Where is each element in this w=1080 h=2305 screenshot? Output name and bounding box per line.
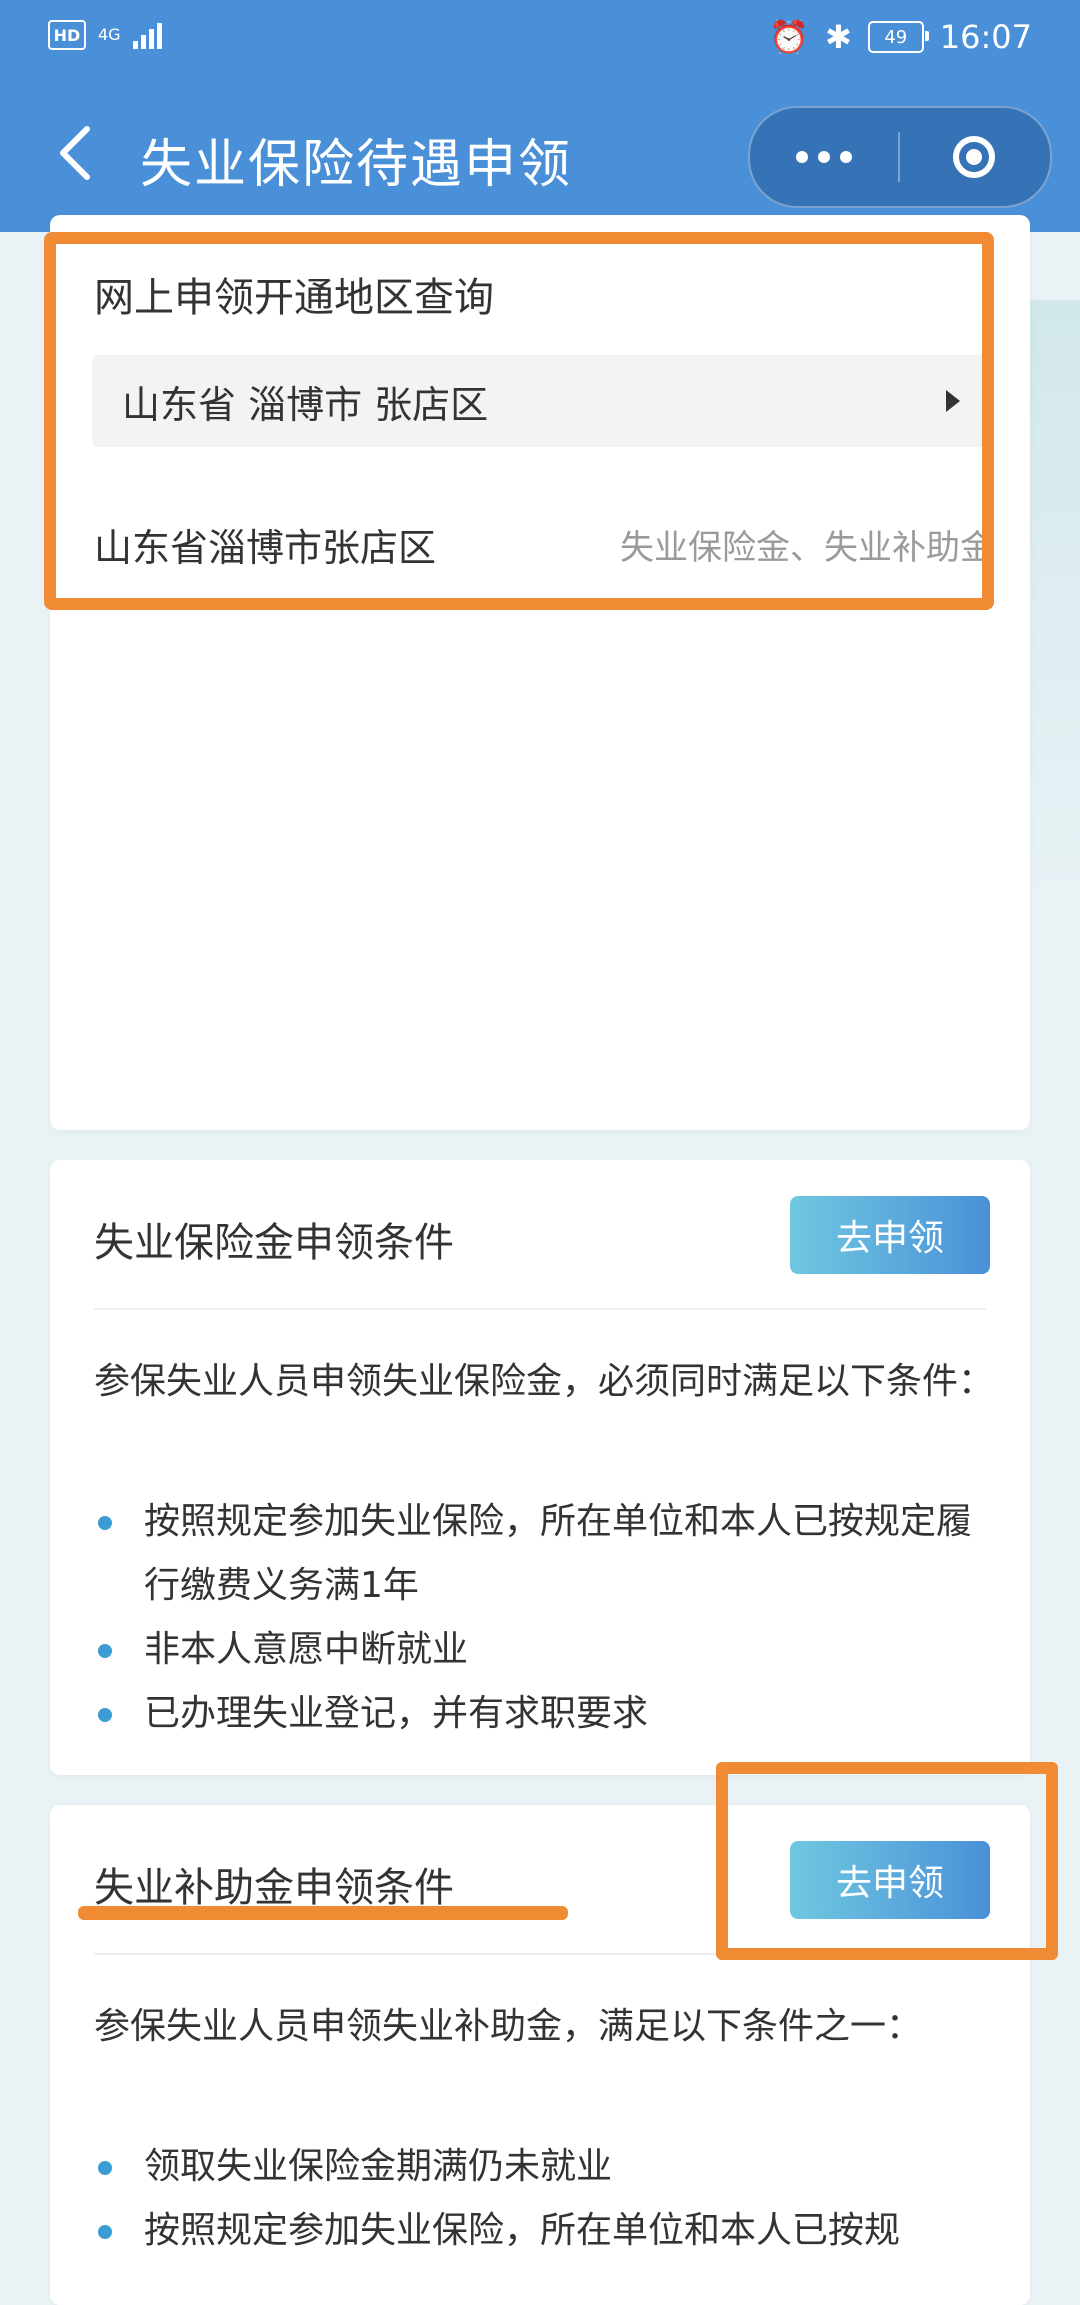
condition-text: 已办理失业登记，并有求职要求: [144, 1693, 649, 1734]
list-item: 非本人意愿中断就业: [94, 1618, 994, 1682]
clock: 16:07: [939, 18, 1032, 56]
condition-text: 按照规定参加失业保险，所在单位和本人已按规定履行缴费义务满1年: [144, 1501, 973, 1606]
insurance-conditions-title: 失业保险金申领条件: [94, 1220, 454, 1266]
page-title: 失业保险待遇申领: [140, 135, 573, 195]
bullet-icon: [98, 2225, 112, 2239]
insurance-apply-button[interactable]: 去申领: [790, 1196, 990, 1274]
condition-text: 按照规定参加失业保险，所在单位和本人已按规: [144, 2210, 901, 2251]
list-item: 按照规定参加失业保险，所在单位和本人已按规定履行缴费义务满1年: [94, 1490, 994, 1618]
list-item: 按照规定参加失业保险，所在单位和本人已按规: [94, 2199, 994, 2263]
condition-text: 领取失业保险金期满仍未就业: [144, 2146, 613, 2187]
hd-badge: HD: [48, 20, 86, 50]
annotation-highlight-box: [716, 1762, 1058, 1960]
more-button[interactable]: [750, 108, 898, 206]
bluetooth-icon: ✱: [824, 18, 852, 56]
insurance-conditions-intro: 参保失业人员申领失业保险金，必须同时满足以下条件：: [94, 1361, 995, 1402]
battery-icon: 49: [867, 21, 929, 53]
signal-icon: [132, 21, 162, 49]
subsidy-conditions-intro: 参保失业人员申领失业补助金，满足以下条件之一：: [94, 2006, 923, 2047]
subsidy-conditions-list: 领取失业保险金期满仍未就业 按照规定参加失业保险，所在单位和本人已按规: [94, 2135, 994, 2263]
bullet-icon: [98, 1644, 112, 1658]
bullet-icon: [98, 1708, 112, 1722]
close-miniprogram-button[interactable]: [900, 108, 1048, 206]
nav-bar: 失业保险待遇申领: [0, 96, 1080, 216]
condition-text: 非本人意愿中断就业: [144, 1629, 469, 1670]
more-dot-icon: [818, 151, 830, 163]
status-left: HD 4G: [48, 20, 162, 50]
status-bar: HD 4G ⏰ ✱ 49 16:07: [0, 0, 1080, 80]
list-item: 领取失业保险金期满仍未就业: [94, 2135, 994, 2199]
annotation-highlight-box: [44, 232, 994, 610]
back-button[interactable]: [40, 118, 110, 188]
mini-program-capsule: [748, 106, 1052, 208]
app-header: HD 4G ⏰ ✱ 49 16:07 失业保险待遇申领: [0, 0, 1080, 232]
bullet-icon: [98, 2161, 112, 2175]
status-right: ⏰ ✱ 49 16:07: [769, 18, 1032, 56]
insurance-conditions-card: 失业保险金申领条件 去申领 参保失业人员申领失业保险金，必须同时满足以下条件： …: [50, 1160, 1030, 1775]
target-icon: [953, 136, 995, 178]
annotation-underline: [78, 1906, 568, 1920]
alarm-icon: ⏰: [769, 18, 809, 56]
subsidy-conditions-title: 失业补助金申领条件: [94, 1865, 454, 1911]
insurance-conditions-list: 按照规定参加失业保险，所在单位和本人已按规定履行缴费义务满1年 非本人意愿中断就…: [94, 1490, 994, 1746]
more-dot-icon: [840, 151, 852, 163]
network-label: 4G: [98, 25, 121, 44]
divider: [94, 1308, 986, 1310]
more-dot-icon: [796, 151, 808, 163]
chevron-left-icon: [60, 126, 90, 180]
bullet-icon: [98, 1516, 112, 1530]
list-item: 已办理失业登记，并有求职要求: [94, 1682, 994, 1746]
battery-level: 49: [884, 26, 908, 48]
